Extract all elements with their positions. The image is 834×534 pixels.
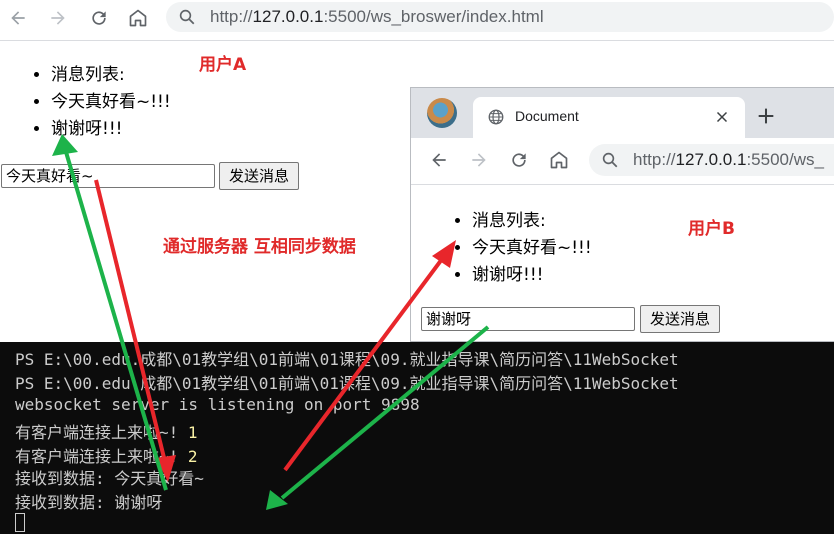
home-button[interactable] xyxy=(547,148,571,172)
back-arrow-icon xyxy=(432,153,446,167)
url-scheme: http:// xyxy=(633,150,676,169)
terminal-line: PS E:\00.edu.成都\01教学组\01前端\01课程\09.就业指导课… xyxy=(15,374,679,393)
forward-button[interactable] xyxy=(46,6,70,30)
list-item: 今天真好看~!!! xyxy=(51,89,171,116)
sync-annotation: 通过服务器 互相同步数据 xyxy=(163,237,356,257)
list-item: 谢谢呀!!! xyxy=(51,116,171,143)
search-icon xyxy=(179,9,195,25)
address-url: http://127.0.0.1:5500/ws_broswer/index.h… xyxy=(210,7,544,27)
list-item: 消息列表: xyxy=(472,208,592,235)
new-tab-icon[interactable] xyxy=(755,105,777,127)
client-count: 1 xyxy=(187,423,198,442)
message-input[interactable]: 谢谢呀 xyxy=(421,307,635,331)
address-bar[interactable]: http://127.0.0.1:5500/ws_broswer/index.h… xyxy=(166,2,834,32)
globe-icon xyxy=(488,109,504,125)
address-url: http://127.0.0.1:5500/ws_ xyxy=(633,150,824,170)
home-icon xyxy=(550,151,568,169)
terminal-line: websocket server is listening on port 98… xyxy=(15,395,420,414)
terminal-line: 接收到数据: 谢谢呀 xyxy=(15,493,163,512)
forward-arrow-icon xyxy=(51,11,65,25)
forward-button[interactable] xyxy=(467,148,491,172)
message-list: 消息列表: 今天真好看~!!! 谢谢呀!!! xyxy=(33,62,171,143)
tab-strip: Document xyxy=(411,88,834,138)
message-input[interactable]: 今天真好看~ xyxy=(1,164,215,188)
connect-message: 有客户端连接上来啦~! xyxy=(15,447,179,466)
send-message-button[interactable]: 发送消息 xyxy=(640,305,721,333)
reload-icon xyxy=(512,153,526,167)
back-button[interactable] xyxy=(427,148,451,172)
tab-document[interactable]: Document xyxy=(473,97,745,138)
url-host: 127.0.0.1 xyxy=(675,150,747,169)
terminal-line: 有客户端连接上来啦~! 1 xyxy=(15,419,198,443)
reload-icon xyxy=(92,11,106,25)
list-item: 谢谢呀!!! xyxy=(472,262,592,289)
user-a-label: 用户A xyxy=(199,55,247,75)
client-count: 2 xyxy=(187,447,198,466)
send-message-button[interactable]: 发送消息 xyxy=(219,162,300,190)
back-arrow-icon xyxy=(11,11,25,25)
reload-button[interactable] xyxy=(87,6,111,30)
search-icon xyxy=(602,152,618,168)
list-item: 今天真好看~!!! xyxy=(472,235,592,262)
toolbar-divider xyxy=(411,184,834,185)
user-b-label: 用户B xyxy=(688,219,735,239)
terminal-cursor xyxy=(15,513,25,532)
url-path: :5500/ws_broswer/index.html xyxy=(323,7,544,26)
list-item: 消息列表: xyxy=(51,62,171,89)
terminal-panel[interactable]: PS E:\00.edu.成都\01教学组\01前端\01课程\09.就业指导课… xyxy=(0,342,834,534)
terminal-line: 接收到数据: 今天真好看~ xyxy=(15,469,204,488)
reload-button[interactable] xyxy=(507,148,531,172)
browser-window-b: Document http://127.0.0.1:5500/ws_ 消息列表:… xyxy=(410,87,834,342)
profile-avatar[interactable] xyxy=(427,98,457,128)
close-icon[interactable] xyxy=(713,108,731,126)
browser-b-toolbar: http://127.0.0.1:5500/ws_ xyxy=(411,138,834,184)
back-button[interactable] xyxy=(6,6,30,30)
message-list: 消息列表: 今天真好看~!!! 谢谢呀!!! xyxy=(454,208,592,289)
forward-arrow-icon xyxy=(472,153,486,167)
browser-a-toolbar: http://127.0.0.1:5500/ws_broswer/index.h… xyxy=(0,0,834,36)
terminal-line: 有客户端连接上来啦~! 2 xyxy=(15,443,198,467)
tab-title: Document xyxy=(515,108,579,124)
home-button[interactable] xyxy=(126,6,150,30)
url-host: 127.0.0.1 xyxy=(252,7,324,26)
home-icon xyxy=(129,9,147,27)
toolbar-divider xyxy=(0,40,834,41)
url-path: :5500/ws_ xyxy=(746,150,824,169)
connect-message: 有客户端连接上来啦~! xyxy=(15,423,179,442)
terminal-line: PS E:\00.edu.成都\01教学组\01前端\01课程\09.就业指导课… xyxy=(15,350,679,369)
address-bar[interactable]: http://127.0.0.1:5500/ws_ xyxy=(589,144,834,176)
url-scheme: http:// xyxy=(210,7,253,26)
